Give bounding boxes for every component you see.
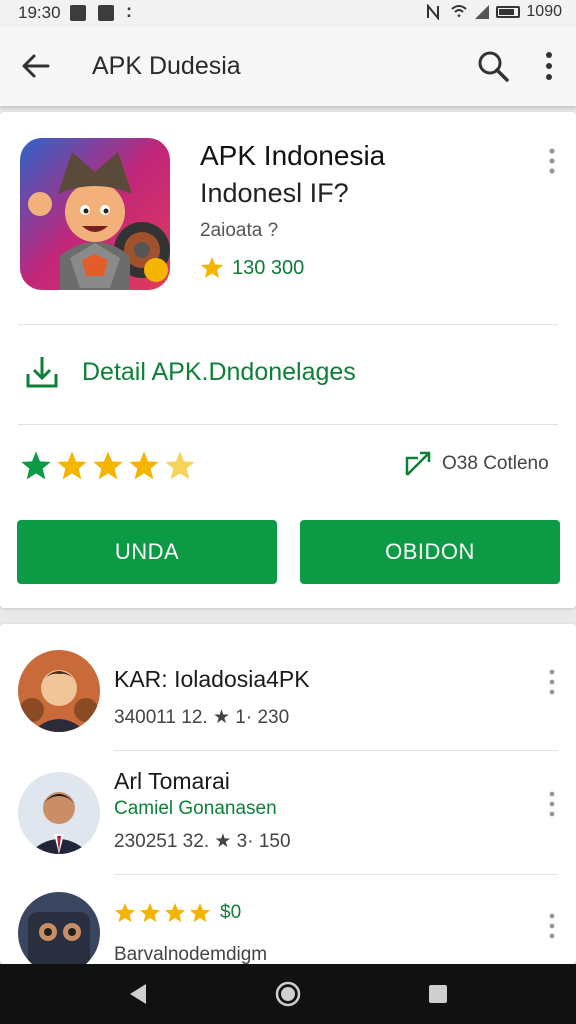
status-battery-text: 1090 [526, 3, 562, 20]
list-item-meta: 230251 32. ★ 3· 150 [114, 831, 291, 852]
star-icon [129, 451, 159, 480]
more-vert-icon[interactable] [538, 50, 560, 82]
wifi-icon [451, 5, 468, 18]
divider [18, 424, 558, 425]
app-bar: APK Dudesia [0, 26, 576, 106]
star-icon [189, 902, 211, 923]
avatar [18, 892, 100, 964]
download-icon [26, 357, 58, 388]
star-half-icon [165, 451, 195, 480]
divider [114, 874, 558, 875]
list-item[interactable]: $0 Barvalnodemdigm [0, 876, 576, 964]
search-icon[interactable] [476, 49, 510, 83]
avatar [18, 772, 100, 854]
condition-info[interactable]: O38 Cotleno [404, 450, 549, 478]
page-title: APK Dudesia [92, 52, 241, 80]
more-vert-icon[interactable] [542, 912, 562, 940]
list-item[interactable]: Arl Tomarai Camiel Gonanasen 230251 32. … [0, 752, 576, 876]
status-bar: 19:30 : 1090 [0, 0, 576, 26]
nfc-icon [427, 4, 440, 20]
more-vert-icon[interactable] [542, 790, 562, 818]
list-item[interactable]: KAR: Ioladosia4PK 340011 12. ★ 1· 230 [0, 624, 576, 748]
primary-action-button[interactable]: OBIDON [300, 520, 560, 584]
star-icon [201, 257, 223, 278]
list-item-title: Arl Tomarai [114, 768, 230, 794]
avatar [18, 650, 100, 732]
edit-icon [405, 451, 431, 476]
status-right: 1090 [426, 3, 562, 21]
list-item-title: KAR: Ioladosia4PK [114, 666, 310, 692]
rating-count: 130 300 [232, 256, 305, 279]
star-icon [114, 902, 136, 923]
arrow-left-icon[interactable] [20, 50, 52, 82]
photo-notification-icon [70, 5, 86, 21]
star-icon [93, 451, 123, 480]
battery-icon [496, 6, 521, 18]
detail-label: Detail APK.Dndonelages [82, 357, 356, 386]
list-item-rating: $0 [114, 902, 241, 924]
list-item-subtitle: Camiel Gonanasen [114, 798, 277, 819]
app-rating: 130 300 [200, 256, 304, 280]
star-icon [21, 451, 51, 480]
more-vert-icon[interactable] [542, 668, 562, 696]
app-developer[interactable]: Indonesl IF? [200, 178, 349, 209]
app-meta: 2aioata ? [200, 220, 279, 241]
nav-home-icon[interactable] [274, 980, 302, 1008]
condition-label: O38 Cotleno [442, 453, 549, 474]
star-icon [139, 902, 161, 923]
app-icon[interactable] [20, 138, 170, 290]
list-item-title: Barvalnodemdigm [114, 944, 268, 964]
app-details-card: APK Indonesia Indonesl IF? 2aioata ? 130… [0, 112, 576, 608]
status-time: 19:30 [18, 3, 61, 22]
navigation-bar [0, 964, 576, 1024]
star-rating [20, 450, 196, 482]
star-icon [164, 902, 186, 923]
divider [18, 324, 558, 325]
list-item-meta: 340011 12. ★ 1· 230 [114, 707, 290, 728]
undo-button[interactable]: UNDA [17, 520, 277, 584]
related-list: KAR: Ioladosia4PK 340011 12. ★ 1· 230 Ar… [0, 624, 576, 964]
signal-icon [475, 5, 490, 19]
app-name: APK Indonesia [200, 140, 386, 171]
more-notifications-icon: : [126, 1, 132, 21]
more-vert-icon[interactable] [540, 146, 564, 176]
nav-recents-icon[interactable] [424, 980, 452, 1008]
divider [114, 750, 558, 751]
app-notification-icon [98, 5, 114, 21]
star-icon [57, 451, 87, 480]
detail-apk-link[interactable]: Detail APK.Dndonelages [24, 354, 356, 390]
list-item-rating-value: $0 [220, 902, 242, 923]
nav-back-icon[interactable] [124, 980, 152, 1008]
